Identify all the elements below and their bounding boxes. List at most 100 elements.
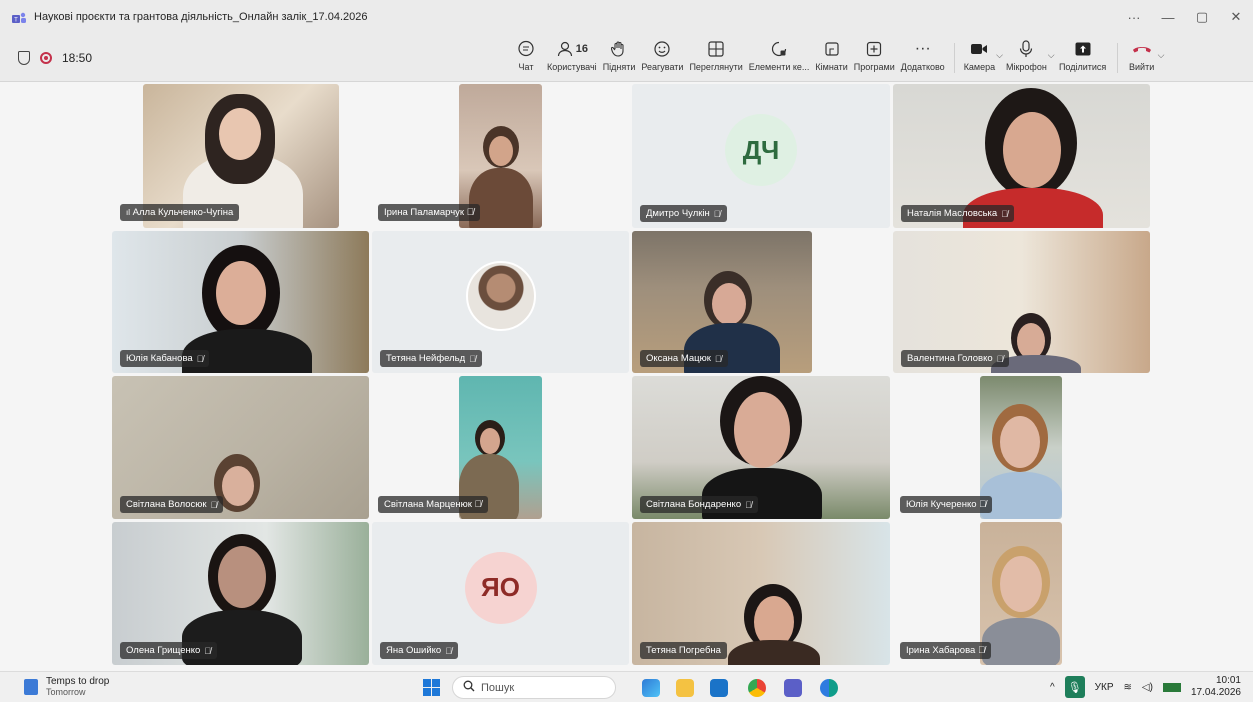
wifi-icon[interactable]: ≋ bbox=[1124, 682, 1132, 693]
muted-mic-icon: 🎙̸ bbox=[196, 353, 204, 364]
participant-label: Валентина Головко 🎙̸ bbox=[901, 350, 1010, 367]
chevron-up-icon[interactable]: ^ bbox=[1050, 682, 1055, 693]
shield-icon bbox=[18, 51, 30, 65]
participant-tile[interactable]: Тетяна Погребна bbox=[632, 522, 890, 665]
weather-widget[interactable]: Temps to drop Tomorrow bbox=[24, 676, 109, 697]
file-explorer-icon[interactable] bbox=[676, 679, 694, 697]
close-button[interactable]: ✕ bbox=[1219, 0, 1253, 34]
muted-mic-icon: 🎙̸ bbox=[713, 208, 721, 219]
participant-label: Юлія Кабанова 🎙̸ bbox=[120, 350, 210, 367]
participant-face bbox=[489, 136, 513, 166]
participant-label: Світлана Марценюк 🎙̸ bbox=[378, 496, 488, 513]
muted-mic-icon: 🎙̸ bbox=[474, 499, 482, 510]
language-indicator[interactable]: УКР bbox=[1095, 682, 1114, 693]
participant-name: Юлія Кучеренко bbox=[906, 499, 977, 510]
avatar-initials: ЯО bbox=[464, 551, 537, 624]
participant-face bbox=[218, 546, 266, 608]
participant-label: Ірина Хабарова 🎙̸ bbox=[900, 642, 992, 659]
participant-name: Світлана Волосюк bbox=[126, 499, 207, 510]
participant-name: Юлія Кабанова bbox=[126, 353, 193, 364]
rooms-button[interactable]: Кімнати bbox=[812, 38, 850, 78]
leave-options-chevron-icon[interactable]: ⌵ bbox=[1158, 38, 1165, 78]
participant-face bbox=[1003, 112, 1061, 188]
clock-time: 10:01 bbox=[1215, 675, 1241, 686]
avatar-photo bbox=[465, 261, 536, 332]
hang-up-icon bbox=[1132, 38, 1152, 60]
volume-icon[interactable]: ◁) bbox=[1142, 682, 1153, 693]
teams-taskbar-icon[interactable] bbox=[784, 679, 802, 697]
battery-icon[interactable] bbox=[1162, 682, 1181, 692]
participant-tile[interactable]: Світлана Бондаренко 🎙̸ bbox=[632, 376, 890, 519]
participant-tile[interactable] bbox=[980, 522, 1062, 665]
chat-button[interactable]: Чат bbox=[508, 38, 544, 78]
more-button[interactable]: ··· Додатково bbox=[898, 38, 948, 78]
participant-face bbox=[1017, 323, 1045, 359]
add-app-icon bbox=[865, 38, 883, 60]
rooms-label: Кімнати bbox=[815, 62, 848, 72]
participant-tile[interactable]: Тетяна Нейфельд 🎙̸ bbox=[372, 231, 629, 373]
widgets-icon[interactable] bbox=[642, 679, 660, 697]
search-icon bbox=[463, 680, 475, 695]
participant-label: Наталія Масловська 🎙̸ bbox=[901, 205, 1014, 222]
smiley-icon bbox=[653, 38, 671, 60]
minimize-button[interactable]: — bbox=[1151, 0, 1185, 34]
microphone-button[interactable]: Мікрофон bbox=[1003, 38, 1050, 78]
mic-label: Мікрофон bbox=[1005, 62, 1047, 72]
more-options-button[interactable]: ··· bbox=[1117, 0, 1151, 34]
participant-name: Світлана Марценюк bbox=[384, 499, 472, 510]
chrome-icon[interactable] bbox=[748, 679, 766, 697]
muted-mic-icon: 🎙̸ bbox=[469, 353, 476, 364]
mic-options-chevron-icon[interactable]: ⌵ bbox=[1048, 38, 1055, 78]
participant-name: Алла Кульченко-Чугіна bbox=[132, 207, 234, 218]
microphone-tray-icon[interactable]: 🎙 bbox=[1064, 676, 1085, 698]
participant-name: Олена Грищенко bbox=[126, 645, 201, 656]
participant-label: Світлана Волосюк 🎙̸ bbox=[120, 496, 224, 513]
participant-count: 16 bbox=[575, 43, 588, 55]
taskbar-clock[interactable]: 10:01 17.04.2026 bbox=[1191, 675, 1241, 699]
edge-icon[interactable] bbox=[820, 679, 838, 697]
maximize-button[interactable]: ▢ bbox=[1185, 0, 1219, 34]
participant-label: Тетяна Погребна bbox=[640, 642, 727, 659]
react-button[interactable]: Реагувати bbox=[638, 38, 686, 78]
raise-hand-button[interactable]: Підняти bbox=[600, 38, 639, 78]
muted-mic-icon: 🎙̸ bbox=[204, 645, 212, 656]
participant-tile[interactable]: Валентина Головко 🎙̸ bbox=[893, 231, 1150, 373]
react-label: Реагувати bbox=[641, 62, 684, 72]
teams-icon: T bbox=[12, 11, 26, 24]
participant-label: ıl Алла Кульченко-Чугіна bbox=[120, 204, 240, 221]
grid-view-icon bbox=[707, 38, 725, 60]
view-button[interactable]: Переглянути bbox=[686, 38, 745, 78]
chat-label: Чат bbox=[518, 62, 534, 72]
meeting-timer: 18:50 bbox=[62, 51, 93, 65]
taskbar-search[interactable]: Пошук bbox=[452, 676, 616, 699]
participant-tile[interactable]: ДЧ Дмитро Чулкін 🎙̸ bbox=[632, 84, 890, 228]
camera-options-chevron-icon[interactable]: ⌵ bbox=[996, 38, 1003, 78]
participant-tile[interactable]: Наталія Масловська 🎙̸ bbox=[893, 84, 1150, 228]
leave-button[interactable]: Вийти bbox=[1124, 38, 1160, 78]
participant-tile[interactable] bbox=[980, 376, 1062, 519]
participant-label: Оксана Мацюк 🎙̸ bbox=[640, 350, 728, 367]
camera-icon bbox=[970, 38, 988, 60]
apps-button[interactable]: Програми bbox=[851, 38, 898, 78]
participant-video bbox=[982, 618, 1060, 665]
participant-label: Юлія Кучеренко 🎙̸ bbox=[900, 496, 993, 513]
windows-start-icon[interactable] bbox=[423, 679, 440, 696]
participant-tile[interactable]: Світлана Волосюк 🎙̸ bbox=[112, 376, 369, 519]
share-button[interactable]: Поділитися bbox=[1055, 38, 1111, 78]
controls-button[interactable]: Елементи ке... bbox=[746, 38, 813, 78]
participant-name: Наталія Масловська bbox=[907, 208, 998, 219]
share-label: Поділитися bbox=[1058, 62, 1107, 72]
participant-tile[interactable]: Оксана Мацюк 🎙̸ bbox=[632, 231, 812, 373]
participant-label: Яна Ошийко 🎙̸ bbox=[380, 642, 458, 659]
muted-mic-icon: 🎙̸ bbox=[714, 353, 722, 364]
microphone-icon bbox=[1019, 38, 1033, 60]
outlook-icon[interactable] bbox=[710, 679, 728, 697]
people-button[interactable]: 16 Користувачі bbox=[544, 38, 600, 78]
participant-tile[interactable]: Олена Грищенко 🎙̸ bbox=[112, 522, 369, 665]
people-icon: 16 bbox=[556, 38, 588, 60]
participant-face bbox=[216, 261, 266, 325]
camera-button[interactable]: Камера bbox=[961, 38, 998, 78]
participant-tile[interactable]: Юлія Кабанова 🎙̸ bbox=[112, 231, 369, 373]
camera-label: Камера bbox=[963, 62, 996, 72]
participant-tile[interactable]: ЯО Яна Ошийко 🎙̸ bbox=[372, 522, 629, 665]
